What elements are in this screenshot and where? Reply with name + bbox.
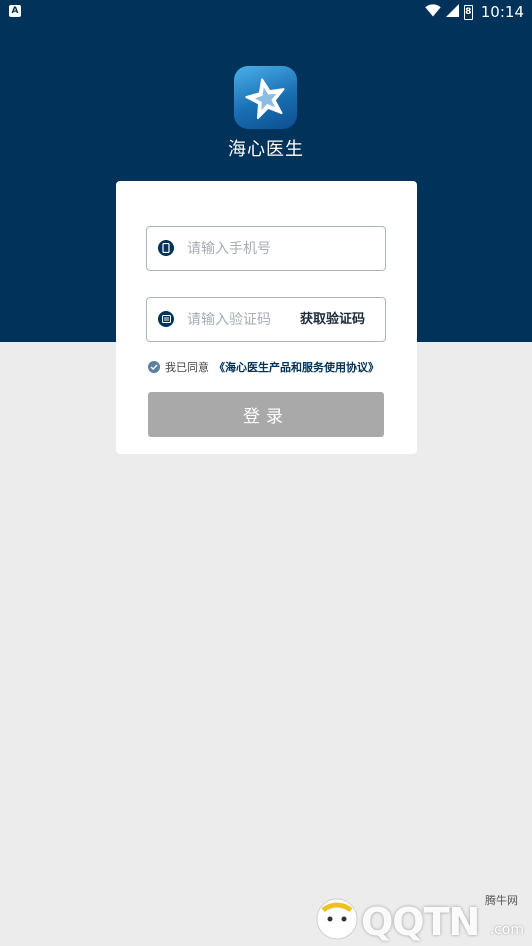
watermark-sub: 腾牛网 xyxy=(485,894,518,907)
status-icons: 8 10:14 xyxy=(425,2,524,22)
star-logo-icon xyxy=(234,66,297,129)
battery-icon: 8 xyxy=(463,4,473,20)
phone-field xyxy=(146,226,386,271)
get-code-button[interactable]: 获取验证码 xyxy=(300,311,365,329)
login-screen: A 8 10:14 海心医生 请输入手机号 请输入验证码 获取验证码 我已同意 … xyxy=(0,0,532,946)
app-name: 海心医生 xyxy=(228,139,304,160)
watermark-mascot-icon xyxy=(316,898,358,940)
code-field: 获取验证码 xyxy=(146,297,386,342)
agreement-text: 我已同意 xyxy=(165,361,209,374)
message-icon xyxy=(158,311,174,327)
checkmark-icon[interactable] xyxy=(148,361,160,373)
watermark-brand: QQTN xyxy=(361,900,480,944)
watermark-logo: QQTN 腾牛网 .com xyxy=(309,892,524,944)
login-button[interactable]: 登录 xyxy=(148,392,384,437)
watermark-suffix: .com xyxy=(489,922,524,938)
agreement-link[interactable]: 《海心医生产品和服务使用协议》 xyxy=(214,359,379,375)
agreement-row: 我已同意 《海心医生产品和服务使用协议》 xyxy=(148,360,379,374)
phone-icon xyxy=(158,240,174,256)
code-input[interactable] xyxy=(187,306,292,333)
wifi-icon xyxy=(425,3,441,21)
status-time: 10:14 xyxy=(480,3,524,21)
phone-input[interactable] xyxy=(187,235,377,262)
notification-icon: A xyxy=(9,5,21,17)
status-bar: A 8 10:14 xyxy=(0,0,532,24)
battery-level: 8 xyxy=(465,6,472,17)
login-card: 获取验证码 我已同意《海心医生产品和服务使用协议》 登录 xyxy=(116,181,417,454)
signal-icon xyxy=(445,3,459,21)
